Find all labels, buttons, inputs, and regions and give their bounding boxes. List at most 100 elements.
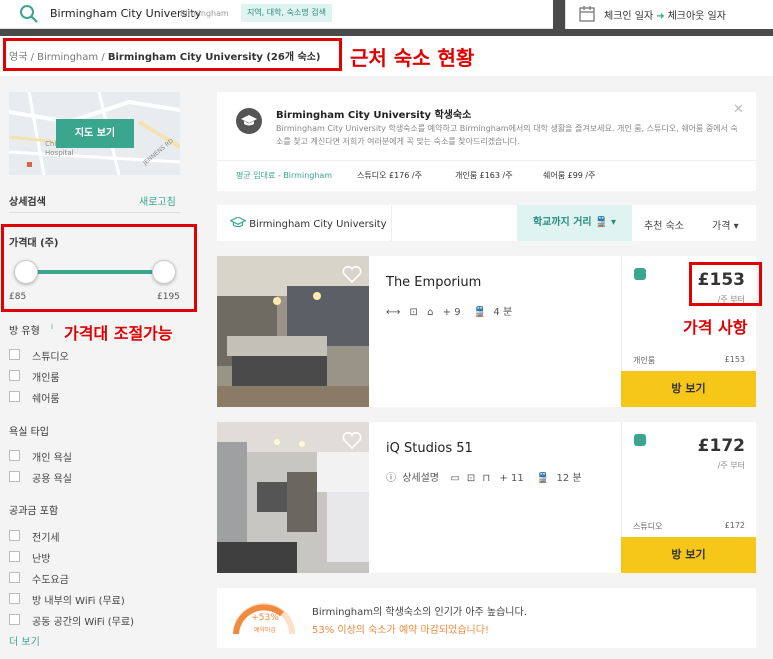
graduation-cap-icon: [229, 216, 247, 228]
travel-time: 12 분: [556, 473, 582, 484]
checkbox-private-room[interactable]: [9, 370, 20, 381]
room-type: 스튜디오: [633, 522, 663, 531]
checkbox-label: 수도요금: [32, 575, 69, 586]
laundry-icon: ⌂: [427, 307, 434, 318]
train-icon: 🚆: [473, 307, 487, 318]
checkbox-electricity[interactable]: [9, 530, 20, 541]
calendar-icon: [578, 5, 596, 27]
sort-recommended-tab[interactable]: 추천 숙소: [644, 217, 684, 232]
checkbox-label: 전기세: [32, 533, 60, 544]
checkout-field[interactable]: 체크아웃 일자: [668, 11, 726, 22]
price-max-label: £195: [157, 292, 180, 302]
close-icon[interactable]: ✕: [733, 102, 744, 117]
date-picker[interactable]: 체크인 일자 ➜ 체크아웃 일자: [565, 0, 773, 29]
breadcrumb-city[interactable]: Birmingham: [37, 52, 98, 63]
checkbox-heating[interactable]: [9, 551, 20, 562]
popularity-percent: +53%: [251, 613, 279, 623]
checkbox-private-bath[interactable]: [9, 450, 20, 461]
price-slider-track[interactable]: [24, 270, 164, 274]
popularity-sub: 예약마감: [253, 627, 277, 634]
desk-icon: ⊓: [482, 473, 491, 484]
checkbox-shared-bath[interactable]: [9, 471, 20, 482]
checkbox-shared-room[interactable]: [9, 391, 20, 402]
search-icon: [18, 3, 40, 29]
price-range-title: 가격대 (주): [9, 238, 59, 249]
sort-university-label: Birmingham City University: [249, 219, 387, 230]
checkbox-label: 공용 욕실: [32, 474, 72, 485]
annotation-price-range: 가격대 조절가능: [64, 324, 173, 343]
checkbox-label: 개인 욕실: [32, 453, 72, 464]
info-card-title: Birmingham City University 학생숙소: [276, 110, 472, 121]
search-input[interactable]: Birmingham City University Birmingham 지역…: [0, 0, 553, 29]
amenities-row: ⟷ ⊡ ⌂ + 9 🚆 4 분: [386, 303, 512, 318]
checkbox-water[interactable]: [9, 572, 20, 583]
listing-title[interactable]: iQ Studios 51: [386, 441, 473, 456]
safe-icon: ⊡: [466, 473, 476, 484]
listing-price: £172: [697, 436, 745, 456]
listing-title[interactable]: The Emporium: [386, 275, 481, 290]
annotation-nearby: 근처 숙소 현황: [350, 46, 475, 70]
popularity-card: [217, 588, 756, 648]
map-view-button[interactable]: 지도 보기: [56, 119, 134, 148]
view-rooms-button[interactable]: 방 보기: [621, 371, 756, 407]
heart-icon[interactable]: [342, 266, 362, 284]
divider: [9, 212, 180, 213]
avg-rent-label: 평균 임대료 - Birmingham: [236, 171, 333, 180]
divider: [391, 205, 392, 241]
avg-rent-shared: 쉐어룸 £99 /주: [543, 171, 596, 180]
checkbox-label: 공동 공간의 WiFi (무료): [32, 617, 134, 628]
avg-rent-studio: 스튜디오 £176 /주: [357, 171, 422, 180]
graduation-cap-icon: [236, 108, 262, 134]
room-price: £153: [724, 355, 745, 364]
date-range[interactable]: 체크인 일자 ➜ 체크아웃 일자: [604, 7, 726, 22]
refresh-link[interactable]: 새로고침: [139, 193, 176, 208]
utilities-title: 공과금 포함: [9, 506, 59, 517]
divider: [217, 160, 756, 161]
checkbox-label: 쉐어룸: [32, 394, 60, 405]
details-link[interactable]: 상세설명: [402, 473, 439, 484]
amenities-row: ⓘ 상세설명 ▭ ⊡ ⊓ + 11 🚆 12 분: [386, 469, 582, 484]
checkbox-label: 난방: [32, 554, 51, 565]
price-slider-max-handle[interactable]: [152, 260, 176, 284]
highlight-box-price-info: [689, 262, 762, 306]
checkbox-label: 방 내부의 WiFi (무료): [32, 596, 125, 607]
travel-time: 4 분: [493, 307, 513, 318]
price-per-week: /주 부터: [717, 461, 745, 470]
search-query[interactable]: Birmingham City University: [50, 7, 201, 20]
sort-price-label: 가격: [712, 221, 731, 232]
kitchen-icon: ▭: [450, 473, 460, 484]
sort-university[interactable]: Birmingham City University: [229, 216, 387, 230]
price-slider-min-handle[interactable]: [14, 260, 38, 284]
room-type: 개인룸: [633, 356, 656, 365]
info-icon[interactable]: i: [51, 323, 53, 331]
checkin-field[interactable]: 체크인 일자: [604, 11, 653, 22]
checkbox-room-wifi[interactable]: [9, 593, 20, 604]
sort-price-tab[interactable]: 가격 ▾: [712, 217, 739, 232]
arrow-right-icon: ➜: [656, 11, 665, 22]
popularity-line2: 53% 이상의 숙소가 예약 마감되었습니다!: [312, 625, 489, 636]
verified-badge-icon: [634, 268, 646, 280]
search-hint-tag: 지역, 대학, 숙소명 검색: [241, 4, 332, 22]
amenities-more: + 9: [442, 307, 461, 318]
annotation-price-info: 가격 사항: [683, 318, 748, 337]
checkbox-studio[interactable]: [9, 349, 20, 360]
sort-distance-tab[interactable]: 학교까지 거리 🚆 ▾: [517, 205, 632, 241]
avg-rent-private: 개인룸 £163 /주: [455, 171, 513, 180]
checkbox-common-wifi[interactable]: [9, 614, 20, 625]
popularity-line1: Birmingham의 학생숙소의 인기가 아주 높습니다.: [312, 607, 527, 618]
checkbox-label: 개인룸: [32, 373, 60, 384]
bathroom-type-title: 욕실 타입: [9, 427, 49, 438]
search-location: Birmingham: [180, 9, 229, 18]
room-type-title: 방 유형: [9, 326, 40, 337]
room-price: £172: [724, 521, 745, 530]
view-rooms-button[interactable]: 방 보기: [621, 537, 756, 573]
train-icon: 🚆: [536, 473, 550, 484]
sort-distance-label: 학교까지 거리: [532, 217, 592, 228]
breadcrumb: 영국 / Birmingham / Birmingham City Univer…: [9, 52, 321, 63]
amenities-more: + 11: [499, 473, 524, 484]
breadcrumb-country[interactable]: 영국: [9, 52, 27, 63]
show-more-link[interactable]: 더 보기: [9, 633, 40, 648]
ruler-icon: ⟷: [386, 307, 401, 318]
info-icon[interactable]: ⓘ: [386, 473, 396, 484]
heart-icon[interactable]: [342, 432, 362, 450]
